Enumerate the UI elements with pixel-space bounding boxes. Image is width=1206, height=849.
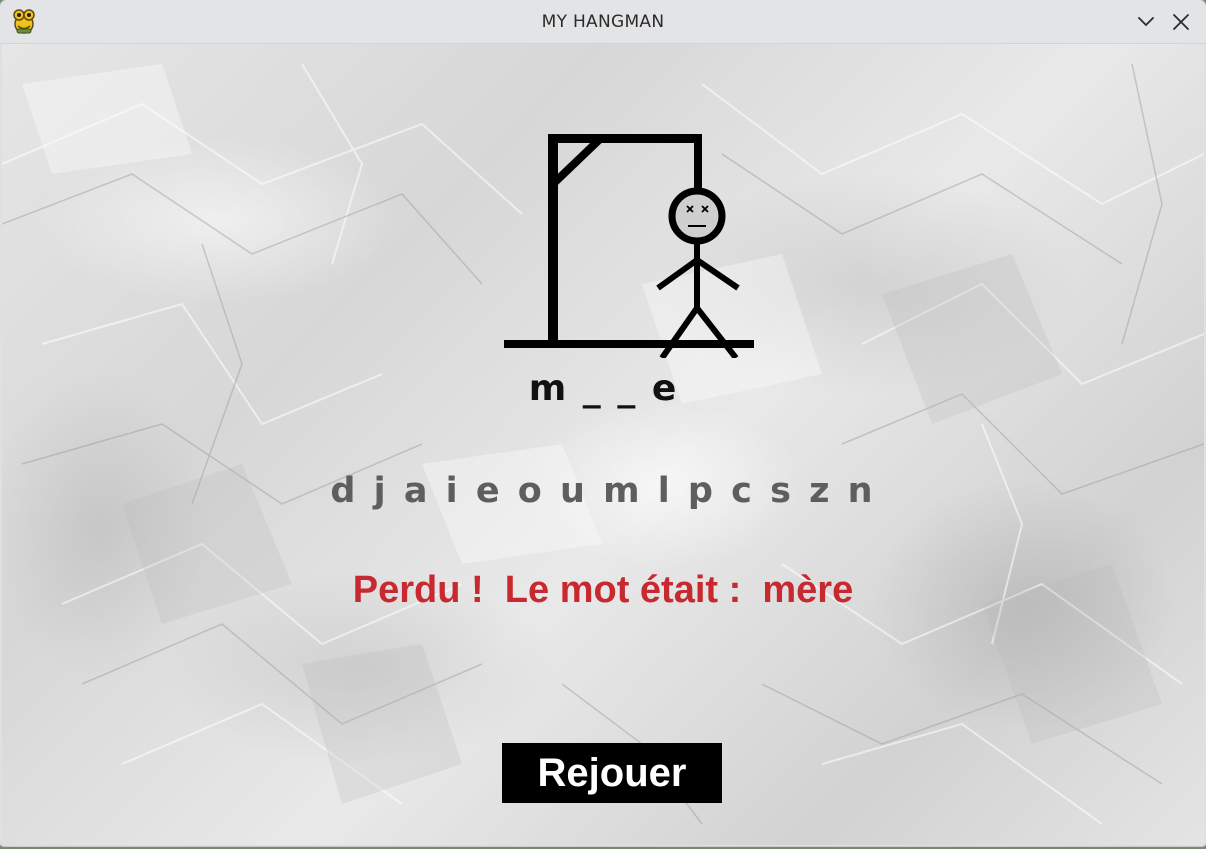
gallows-brace: [550, 136, 603, 187]
gallows-pole: [548, 136, 558, 344]
guessed-letters: d j a i e o u m l p c s z n: [330, 471, 876, 511]
title-bar[interactable]: MY HANGMAN: [0, 0, 1206, 44]
app-window: MY HANGMAN m _ _ e d j a i e o u m l p c…: [0, 0, 1206, 846]
close-button[interactable]: [1167, 8, 1195, 36]
gallows-beam: [548, 134, 702, 143]
game-canvas[interactable]: m _ _ e d j a i e o u m l p c s z n Perd…: [2, 44, 1204, 845]
figure-right-arm: [695, 257, 740, 291]
figure-left-arm: [656, 257, 699, 291]
figure-head: [668, 187, 726, 245]
figure-left-leg: [659, 306, 700, 358]
replay-button[interactable]: Rejouer: [502, 743, 722, 803]
chevron-down-icon: [1132, 8, 1160, 36]
close-icon: [1167, 8, 1195, 36]
hanged-figure: [656, 187, 740, 358]
masked-word: m _ _ e: [528, 368, 679, 409]
gallows-rope: [694, 134, 702, 190]
window-title: MY HANGMAN: [541, 12, 665, 32]
hangman-drawing: [504, 134, 754, 358]
minimize-button[interactable]: [1132, 8, 1160, 36]
result-message: Perdu ! Le mot était : mère: [352, 569, 854, 611]
figure-right-leg: [694, 306, 739, 358]
gallows-base: [504, 340, 754, 348]
